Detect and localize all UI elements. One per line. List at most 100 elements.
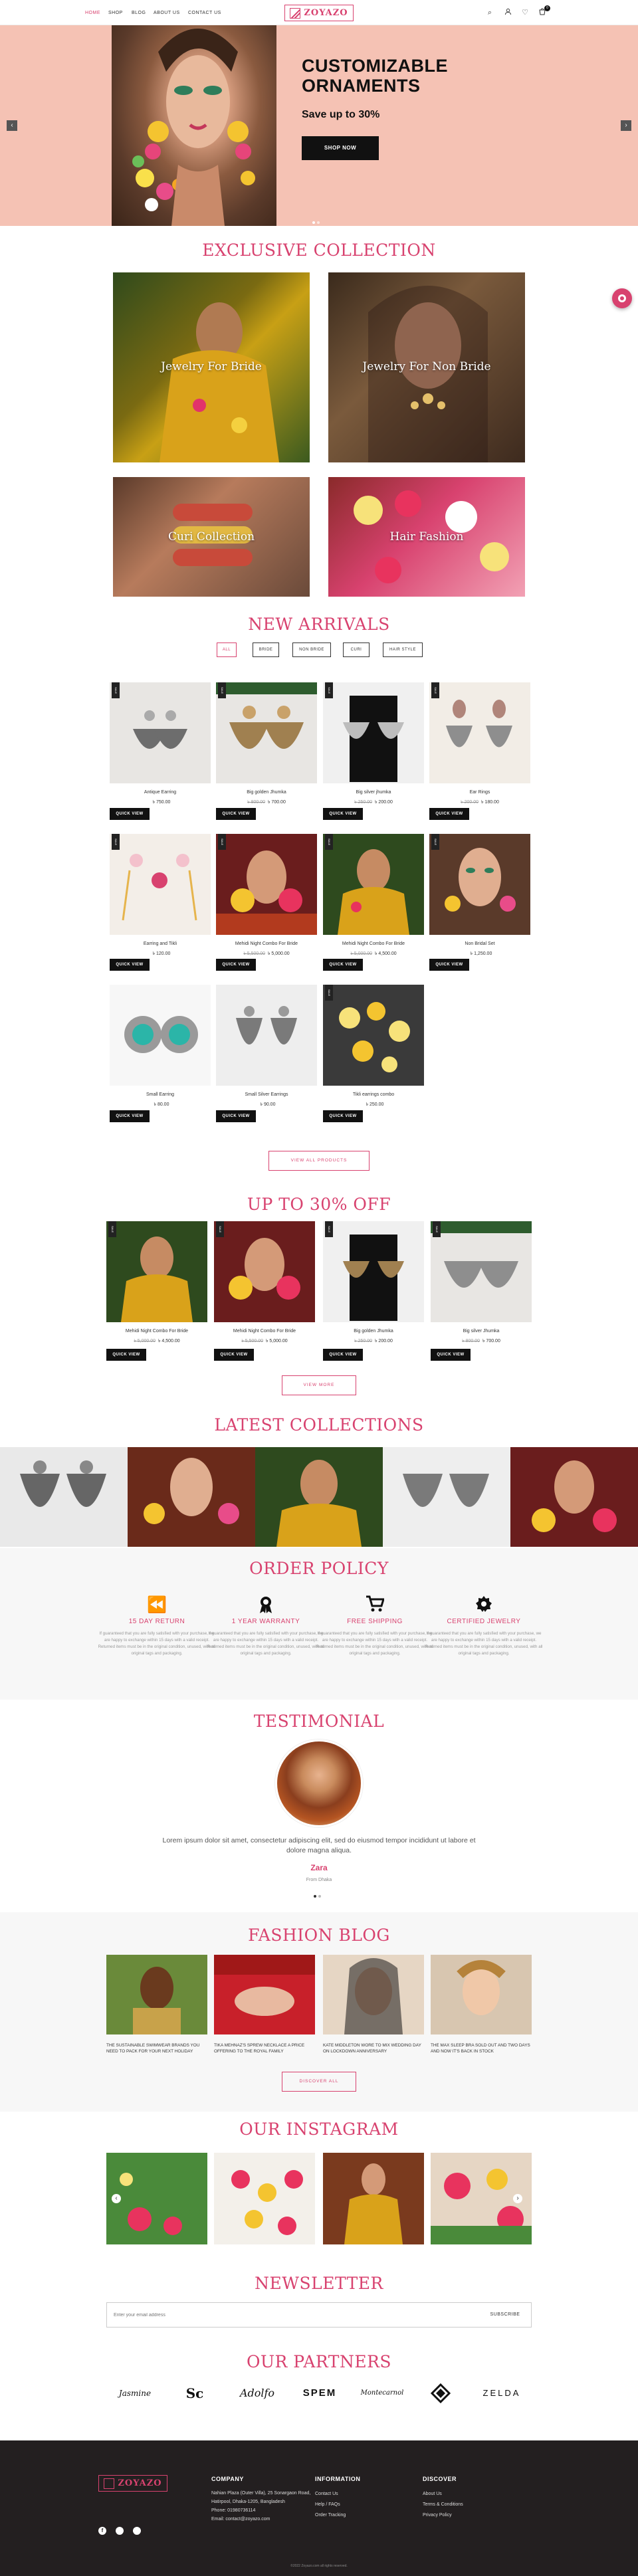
blog-post-title[interactable]: TIKA MEHNAZ'S SPREW NECKLACE A PRICE OFF… (214, 2042, 315, 2054)
latest-image[interactable] (255, 1447, 383, 1547)
tile-non-bride[interactable]: Jewelry For Non Bride (328, 272, 525, 462)
quick-view-button[interactable]: QUICK VIEW (323, 1110, 363, 1122)
quick-view-button[interactable]: QUICK VIEW (216, 1110, 256, 1122)
product-name[interactable]: Mehidi Night Combo For Bride (216, 941, 317, 946)
product-image[interactable]: SALE (323, 985, 424, 1086)
footer-link-tracking[interactable]: Order Tracking (315, 2510, 346, 2521)
quick-view-button[interactable]: QUICK VIEW (431, 1349, 471, 1361)
shop-now-button[interactable]: SHOP NOW (302, 136, 379, 160)
product-image[interactable]: SALE (216, 682, 317, 783)
footer-link-terms[interactable]: Terms & Conditions (423, 2500, 463, 2510)
product-image[interactable]: SALE (106, 1221, 207, 1322)
blog-post-title[interactable]: THE MAX SLEEP BRA SOLD OUT AND TWO DAYS … (431, 2042, 532, 2054)
filter-all[interactable]: ALL (217, 643, 237, 657)
chat-button[interactable] (612, 288, 632, 308)
testimonial-dots[interactable] (314, 1889, 324, 1898)
subscribe-button[interactable]: SUBSCRIBE (479, 2303, 531, 2327)
footer-link-contact[interactable]: Contact Us (315, 2489, 346, 2500)
prev-slide-arrow-icon[interactable]: ‹ (7, 120, 17, 131)
slider-dots[interactable] (312, 215, 326, 224)
partner-logo-geometric-icon[interactable] (417, 2382, 464, 2405)
footer-logo[interactable]: ZOYAZO (98, 2475, 167, 2492)
partner-logo[interactable]: SPEM (296, 2382, 343, 2405)
blog-image[interactable] (214, 1955, 315, 2034)
product-name[interactable]: Mehidi Night Combo For Bride (323, 941, 424, 946)
blog-post-title[interactable]: KATE MIDDLETON WORE TO MIX WEDDING DAY O… (323, 2042, 424, 2054)
quick-view-button[interactable]: QUICK VIEW (110, 808, 150, 820)
product-name[interactable]: Small Earring (110, 1092, 211, 1097)
user-icon[interactable] (503, 8, 512, 17)
nav-about[interactable]: ABOUT US (154, 11, 180, 15)
search-icon[interactable]: ⌕ (485, 8, 494, 17)
site-logo[interactable]: ZOYAZO (284, 5, 354, 21)
instagram-prev-arrow-icon[interactable]: ‹ (112, 2194, 121, 2203)
footer-link-privacy[interactable]: Privacy Policy (423, 2510, 463, 2521)
instagram-next-arrow-icon[interactable]: › (513, 2194, 522, 2203)
product-image[interactable]: SALE (216, 834, 317, 935)
quick-view-button[interactable]: QUICK VIEW (216, 808, 256, 820)
product-image[interactable]: SALE (323, 1221, 424, 1322)
product-name[interactable]: Big silver Jhumka (431, 1329, 532, 1334)
facebook-icon[interactable]: f (98, 2527, 106, 2535)
product-name[interactable]: Ear Rings (429, 790, 530, 795)
blog-post-title[interactable]: THE SUSTAINABLE SWIMWEAR BRANDS YOU NEED… (106, 2042, 207, 2054)
instagram-image[interactable] (106, 2153, 207, 2244)
product-image[interactable]: SALE (431, 1221, 532, 1322)
view-more-button[interactable]: VIEW MORE (282, 1375, 356, 1395)
product-image[interactable] (216, 985, 317, 1086)
partner-logo[interactable]: Adolfo (234, 2382, 280, 2405)
product-name[interactable]: Mehidi Night Combo For Bride (214, 1329, 315, 1334)
blog-image[interactable] (431, 1955, 532, 2034)
footer-link-faq[interactable]: Help / FAQs (315, 2500, 346, 2510)
partner-logo[interactable]: Sc (171, 2382, 218, 2405)
next-slide-arrow-icon[interactable]: › (621, 120, 631, 131)
tile-bride[interactable]: Jewelry For Bride (113, 272, 310, 462)
product-name[interactable]: Non Bridal Set (429, 941, 530, 946)
product-image[interactable]: SALE (214, 1221, 315, 1322)
wishlist-icon[interactable]: ♡ (520, 8, 530, 17)
filter-hair-style[interactable]: HAIR STYLE (383, 643, 423, 657)
quick-view-button[interactable]: QUICK VIEW (110, 1110, 150, 1122)
quick-view-button[interactable]: QUICK VIEW (429, 959, 469, 971)
product-name[interactable]: Tikli earrings combo (323, 1092, 424, 1097)
filter-bride[interactable]: BRIDE (253, 643, 279, 657)
nav-shop[interactable]: SHOP (108, 11, 123, 15)
blog-image[interactable] (323, 1955, 424, 2034)
nav-home[interactable]: HOME (85, 11, 100, 15)
instagram-image[interactable] (323, 2153, 424, 2244)
blog-image[interactable] (106, 1955, 207, 2034)
product-name[interactable]: Earring and Tikli (110, 941, 211, 946)
instagram-image[interactable] (214, 2153, 315, 2244)
product-image[interactable]: SALE (323, 834, 424, 935)
quick-view-button[interactable]: QUICK VIEW (214, 1349, 254, 1361)
quick-view-button[interactable]: QUICK VIEW (110, 959, 150, 971)
product-image[interactable] (110, 985, 211, 1086)
product-image[interactable]: SALE (429, 834, 530, 935)
pinterest-icon[interactable] (133, 2527, 141, 2535)
footer-link-about[interactable]: About Us (423, 2489, 463, 2500)
nav-blog[interactable]: BLOG (132, 11, 146, 15)
product-image[interactable]: SALE (110, 682, 211, 783)
partner-logo[interactable]: Montecarnol (359, 2382, 405, 2405)
latest-image[interactable] (128, 1447, 255, 1547)
product-name[interactable]: Big golden Jhumka (323, 1329, 424, 1334)
product-image[interactable]: SALE (429, 682, 530, 783)
quick-view-button[interactable]: QUICK VIEW (323, 959, 363, 971)
quick-view-button[interactable]: QUICK VIEW (216, 959, 256, 971)
product-name[interactable]: Antique Earring (110, 790, 211, 795)
quick-view-button[interactable]: QUICK VIEW (429, 808, 469, 820)
latest-image[interactable] (510, 1447, 638, 1547)
tile-hair[interactable]: Hair Fashion (328, 477, 525, 597)
discover-all-button[interactable]: DISCOVER ALL (282, 2072, 356, 2092)
product-image[interactable]: SALE (110, 834, 211, 935)
instagram-icon[interactable] (116, 2527, 124, 2535)
filter-non-bride[interactable]: NON BRIDE (292, 643, 331, 657)
product-name[interactable]: Small Silver Earrings (216, 1092, 317, 1097)
nav-contact[interactable]: CONTACT US (188, 11, 221, 15)
product-image[interactable]: SALE (323, 682, 424, 783)
product-name[interactable]: Big silver jhumka (323, 790, 424, 795)
latest-image[interactable] (383, 1447, 510, 1547)
latest-image[interactable] (0, 1447, 128, 1547)
quick-view-button[interactable]: QUICK VIEW (323, 1349, 363, 1361)
filter-curi[interactable]: CURI (343, 643, 370, 657)
